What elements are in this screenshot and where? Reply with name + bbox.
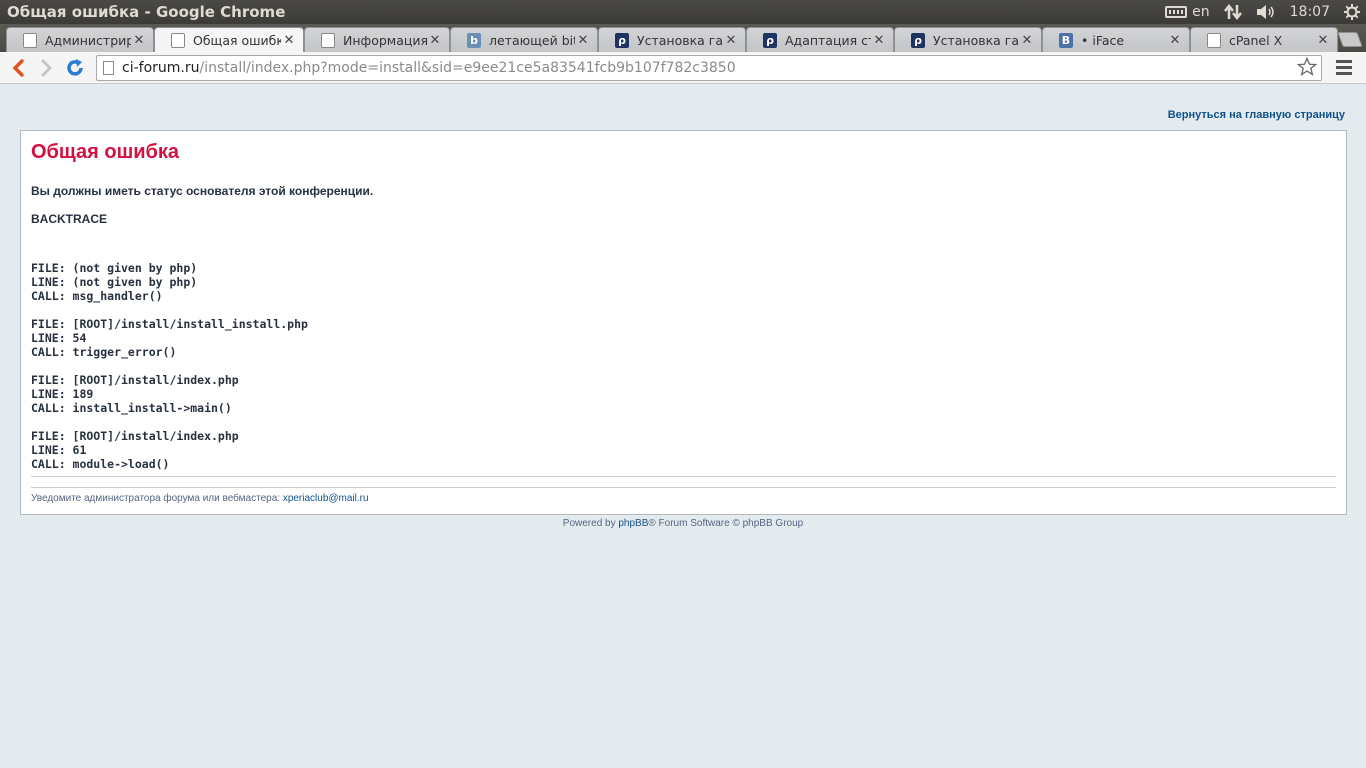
tab-admin[interactable]: Администриров ✕ <box>6 27 154 52</box>
error-message: Вы должны иметь статус основателя этой к… <box>31 184 374 198</box>
tab-title: Установка галер <box>933 32 1019 48</box>
frame-line: LINE: (not given by php) <box>31 275 198 289</box>
frame-file: FILE: [ROOT]/install/index.php <box>31 429 239 443</box>
tab-cpanel[interactable]: cPanel X ✕ <box>1190 27 1338 52</box>
frame-call: CALL: msg_handler() <box>31 289 163 303</box>
url-host: ci-forum.ru <box>122 60 200 76</box>
document-icon <box>23 32 37 48</box>
back-to-index-link[interactable]: Вернуться на главную страницу <box>1168 109 1345 121</box>
page-viewport: Вернуться на главную страницу Общая ошиб… <box>0 85 1366 768</box>
close-icon[interactable]: ✕ <box>281 33 297 48</box>
backtrace-frame: FILE: [ROOT]/install/index.php LINE: 61 … <box>31 429 308 471</box>
error-title: Общая ошибка <box>31 141 180 163</box>
forward-arrow-icon <box>41 59 53 77</box>
back-arrow-icon <box>12 59 24 77</box>
page-icon <box>103 61 114 75</box>
close-icon[interactable]: ✕ <box>723 33 739 48</box>
system-top-bar: Общая ошибка - Google Chrome en 18:07 <box>0 0 1366 24</box>
close-icon[interactable]: ✕ <box>1019 33 1035 48</box>
backtrace-heading: BACKTRACE <box>31 212 107 226</box>
footer-suffix: ® Forum Software © phpBB Group <box>648 518 804 529</box>
tab-title: Адаптация станд <box>785 32 871 48</box>
tab-title: Администриров <box>45 32 131 48</box>
divider <box>31 487 1336 488</box>
tab-title: летающей bits.o <box>489 32 575 48</box>
network-arrows-icon <box>1223 4 1242 20</box>
p-icon: ρ <box>763 32 777 48</box>
backtrace-frame: FILE: (not given by php) LINE: (not give… <box>31 261 308 303</box>
tab-title: • iFace <box>1081 32 1125 48</box>
tab-general-error[interactable]: Общая ошибка ✕ <box>154 27 304 52</box>
back-button[interactable] <box>6 56 30 80</box>
tab-title: Информация - И <box>343 32 427 48</box>
tab-title: Установка галер <box>637 32 723 48</box>
frame-call: CALL: install_install->main() <box>31 401 232 415</box>
browser-toolbar: ci-forum.ru /install/index.php?mode=inst… <box>0 52 1366 84</box>
gear-icon <box>1344 4 1360 20</box>
speaker-icon <box>1256 5 1274 19</box>
close-icon[interactable]: ✕ <box>427 33 443 48</box>
backtrace-frame: FILE: [ROOT]/install/index.php LINE: 189… <box>31 373 308 415</box>
frame-line: LINE: 189 <box>31 387 94 401</box>
admin-notice-text: Уведомите администратора форума или вебм… <box>31 493 283 504</box>
document-icon <box>171 32 185 48</box>
keyboard-layout-indicator[interactable]: en <box>1165 0 1210 24</box>
footer-prefix: Powered by <box>562 518 619 529</box>
tab-iface[interactable]: B • iFace ✕ <box>1042 27 1190 52</box>
tab-information[interactable]: Информация - И ✕ <box>304 27 450 52</box>
p-icon: ρ <box>615 32 629 48</box>
reload-button[interactable] <box>63 56 87 80</box>
network-indicator[interactable] <box>1223 0 1242 24</box>
phpbb-link[interactable]: phpBB <box>618 518 648 529</box>
frame-call: CALL: module->load() <box>31 457 170 471</box>
tab-strip: Администриров ✕ Общая ошибка ✕ Информаци… <box>0 24 1366 52</box>
tab-title: Общая ошибка <box>193 32 281 48</box>
vk-icon: B <box>1059 32 1073 48</box>
admin-notice: Уведомите администратора форума или вебм… <box>31 493 369 504</box>
close-icon[interactable]: ✕ <box>1315 33 1331 48</box>
keyboard-layout-label: en <box>1192 4 1210 20</box>
tab-bits[interactable]: b летающей bits.o ✕ <box>450 27 598 52</box>
error-panel: Общая ошибка Вы должны иметь статус осно… <box>20 130 1347 515</box>
close-icon[interactable]: ✕ <box>871 33 887 48</box>
document-icon <box>1207 32 1221 48</box>
backtrace-frame: FILE: [ROOT]/install/install_install.php… <box>31 317 308 359</box>
clock[interactable]: 18:07 <box>1290 0 1330 24</box>
bits-icon: b <box>467 32 481 48</box>
tab-adaptation[interactable]: ρ Адаптация станд ✕ <box>746 27 894 52</box>
window-title: Общая ошибка - Google Chrome <box>7 3 286 21</box>
frame-call: CALL: trigger_error() <box>31 345 177 359</box>
frame-line: LINE: 54 <box>31 331 87 345</box>
keyboard-icon <box>1165 6 1188 18</box>
menu-icon[interactable] <box>1336 60 1352 78</box>
reload-icon <box>67 59 83 76</box>
tab-gallery-install-2[interactable]: ρ Установка галер ✕ <box>894 27 1042 52</box>
close-icon[interactable]: ✕ <box>1167 33 1183 48</box>
new-tab-button[interactable] <box>1337 32 1363 47</box>
tab-title: cPanel X <box>1229 32 1283 48</box>
forward-button[interactable] <box>35 56 59 80</box>
page-footer: Powered by phpBB® Forum Software © phpBB… <box>0 518 1366 529</box>
frame-line: LINE: 61 <box>31 443 87 457</box>
tab-gallery-install-1[interactable]: ρ Установка галер ✕ <box>598 27 746 52</box>
admin-email-link[interactable]: xperiaclub@mail.ru <box>283 493 369 504</box>
session-menu[interactable] <box>1344 0 1360 24</box>
address-bar[interactable]: ci-forum.ru /install/index.php?mode=inst… <box>96 55 1322 81</box>
document-icon <box>321 32 335 48</box>
backtrace: FILE: (not given by php) LINE: (not give… <box>31 261 308 485</box>
p-icon: ρ <box>911 32 925 48</box>
volume-indicator[interactable] <box>1256 0 1276 24</box>
divider <box>31 476 1336 477</box>
system-tray: en 18:07 <box>1165 0 1366 24</box>
close-icon[interactable]: ✕ <box>131 33 147 48</box>
frame-file: FILE: [ROOT]/install/install_install.php <box>31 317 308 331</box>
bookmark-star-icon[interactable] <box>1296 56 1318 81</box>
frame-file: FILE: (not given by php) <box>31 261 198 275</box>
frame-file: FILE: [ROOT]/install/index.php <box>31 373 239 387</box>
url-path: /install/index.php?mode=install&sid=e9ee… <box>199 60 736 76</box>
close-icon[interactable]: ✕ <box>575 33 591 48</box>
